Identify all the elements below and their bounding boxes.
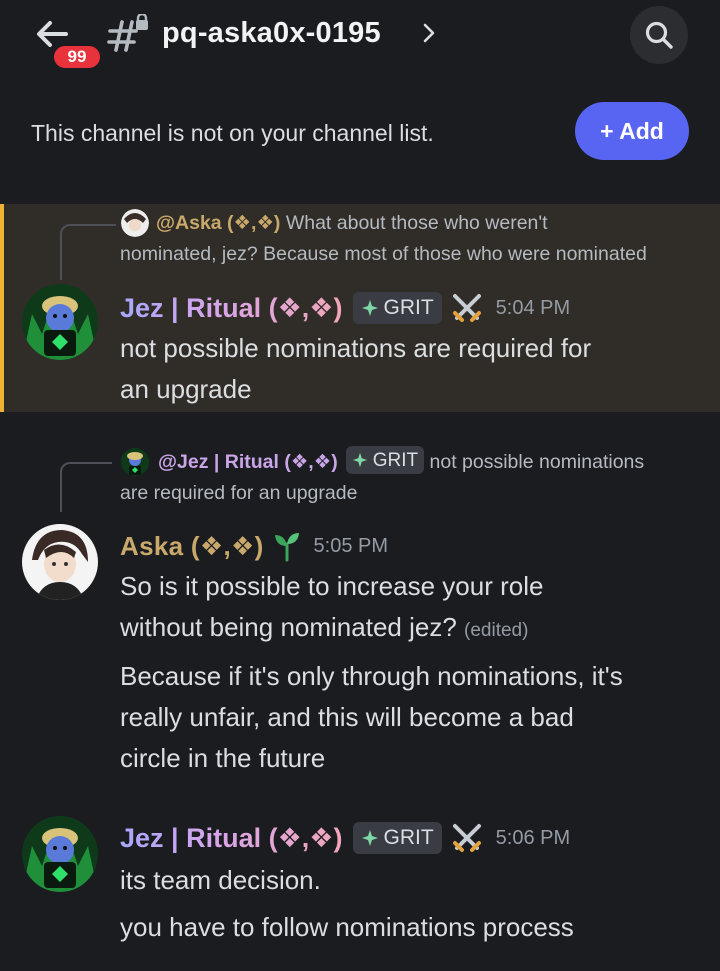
message-header: Aska (❖,❖) 5:05 PM bbox=[120, 526, 388, 566]
message-3[interactable]: Jez | Ritual (❖,❖) GRIT 5:06 PM its team… bbox=[0, 800, 720, 971]
channel-title[interactable]: pq-aska0x-0195 bbox=[162, 14, 381, 52]
message-body: not possible nominations are required fo… bbox=[120, 328, 700, 410]
search-button[interactable] bbox=[630, 6, 688, 64]
channel-list-notice: This channel is not on your channel list… bbox=[0, 82, 720, 182]
notice-text: This channel is not on your channel list… bbox=[31, 120, 434, 146]
message-line: circle in the future bbox=[120, 743, 326, 773]
avatar-jez[interactable] bbox=[22, 816, 98, 892]
reply-guild-tag: GRIT bbox=[345, 446, 425, 474]
reply-text-line1: What about those who weren't bbox=[280, 212, 548, 234]
message-line: Because if it's only through nominations… bbox=[120, 661, 623, 691]
timestamp: 5:04 PM bbox=[495, 296, 571, 319]
reply-author[interactable]: @Aska (❖,❖) bbox=[156, 212, 280, 234]
hash-lock-icon bbox=[106, 12, 150, 54]
diamond-sparkle-icon bbox=[361, 300, 378, 316]
unread-badge: 99 bbox=[51, 43, 103, 71]
reply-author[interactable]: @Jez | Ritual (❖,❖) bbox=[158, 451, 338, 473]
guild-tag[interactable]: GRIT bbox=[352, 292, 442, 324]
message-header: Jez | Ritual (❖,❖) GRIT 5:06 PM bbox=[120, 818, 570, 858]
message-header: Jez | Ritual (❖,❖) GRIT 5:04 PM bbox=[120, 288, 570, 328]
message-line: So is it possible to increase your role bbox=[120, 571, 544, 601]
chevron-right-icon[interactable] bbox=[420, 22, 438, 44]
reply-text-line1: not possible nominations bbox=[424, 451, 645, 473]
seedling-icon bbox=[274, 533, 299, 562]
message-line: you have to follow nominations process bbox=[120, 912, 574, 942]
avatar-jez[interactable] bbox=[22, 284, 98, 360]
message-body: So is it possible to increase your role … bbox=[120, 566, 700, 651]
message-body: its team decision. bbox=[120, 860, 700, 901]
guild-tag[interactable]: GRIT bbox=[352, 822, 442, 854]
reply-guild-tag-label: GRIT bbox=[372, 449, 419, 471]
reply-preview[interactable]: @Aska (❖,❖) What about those who weren't… bbox=[120, 208, 700, 270]
message-line: without being nominated jez? bbox=[120, 612, 457, 642]
diamond-sparkle-icon bbox=[361, 830, 378, 846]
message-1[interactable]: @Aska (❖,❖) What about those who weren't… bbox=[0, 204, 720, 412]
message-body-2: Because if it's only through nominations… bbox=[120, 656, 700, 779]
message-line: not possible nominations are required fo… bbox=[120, 333, 592, 363]
author-name[interactable]: Jez | Ritual (❖,❖) bbox=[120, 823, 343, 854]
diamond-sparkle-icon bbox=[352, 452, 367, 468]
timestamp: 5:06 PM bbox=[495, 826, 571, 849]
channel-header: 99 pq-aska0x-0195 bbox=[0, 0, 720, 82]
message-line: really unfair, and this will become a ba… bbox=[120, 702, 574, 732]
reply-connector bbox=[60, 462, 112, 512]
message-line: its team decision. bbox=[120, 865, 321, 895]
crossed-swords-icon bbox=[452, 824, 481, 852]
crossed-swords-icon bbox=[452, 294, 481, 322]
add-channel-button[interactable]: + Add bbox=[575, 102, 689, 160]
author-name[interactable]: Jez | Ritual (❖,❖) bbox=[120, 293, 343, 324]
reply-text-line2: nominated, jez? Because most of those wh… bbox=[120, 243, 647, 265]
reply-connector bbox=[60, 224, 116, 280]
guild-tag-label: GRIT bbox=[383, 826, 434, 849]
edited-label: (edited) bbox=[464, 620, 529, 641]
reply-preview[interactable]: @Jez | Ritual (❖,❖) GRIT not possible nom… bbox=[120, 446, 700, 509]
message-line: an upgrade bbox=[120, 374, 252, 404]
timestamp: 5:05 PM bbox=[313, 534, 389, 557]
message-2[interactable]: @Jez | Ritual (❖,❖) GRIT not possible nom… bbox=[0, 440, 720, 780]
guild-tag-label: GRIT bbox=[383, 296, 434, 319]
search-icon bbox=[645, 21, 673, 49]
avatar-aska[interactable] bbox=[22, 524, 98, 600]
reply-text-line2: are required for an upgrade bbox=[120, 482, 358, 504]
message-body-2: you have to follow nominations process bbox=[120, 907, 700, 948]
author-name[interactable]: Aska (❖,❖) bbox=[120, 531, 264, 562]
